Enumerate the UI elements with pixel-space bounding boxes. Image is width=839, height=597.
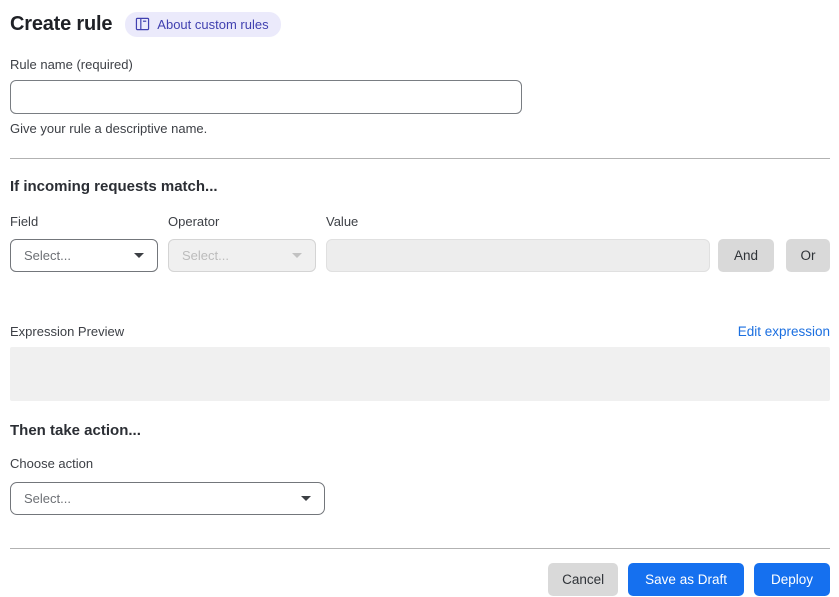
or-button[interactable]: Or [786,239,830,272]
chevron-down-icon [134,253,144,258]
edit-expression-link[interactable]: Edit expression [738,324,830,339]
badge-label: About custom rules [157,16,269,32]
value-label: Value [326,214,359,229]
value-column: Value [326,214,710,272]
footer-divider [10,548,830,549]
footer-actions: Cancel Save as Draft Deploy [10,563,830,596]
operator-select-value: Select... [182,248,229,263]
deploy-button[interactable]: Deploy [753,563,830,596]
save-as-draft-button[interactable]: Save as Draft [628,563,744,596]
match-section-heading: If incoming requests match... [10,178,218,195]
field-label: Field [10,214,39,229]
operator-label: Operator [168,214,220,229]
choose-action-label: Choose action [10,456,94,471]
rule-name-help: Give your rule a descriptive name. [10,121,208,136]
field-select-value: Select... [24,248,71,263]
about-custom-rules-link[interactable]: About custom rules [125,12,281,37]
expression-preview-box [10,347,830,401]
rule-name-label: Rule name (required) [10,57,133,72]
value-input [326,239,710,272]
book-icon [135,17,150,31]
and-or-buttons: And Or [718,239,830,272]
and-button[interactable]: And [718,239,774,272]
chevron-down-icon [301,496,311,501]
choose-action-select-value: Select... [24,491,71,506]
action-section-heading: Then take action... [10,422,141,439]
page-header: Create rule About custom rules [10,12,830,37]
create-rule-page: Create rule About custom rules Rule name… [0,0,839,596]
chevron-down-icon [292,253,302,258]
rule-name-group: Rule name (required) Give your rule a de… [10,57,830,136]
field-column: Field Select... [10,214,158,272]
match-expression-row: Field Select... Operator Select... Value… [10,214,830,272]
expression-preview-row: Expression Preview Edit expression [10,324,830,339]
cancel-button[interactable]: Cancel [548,563,619,596]
page-title: Create rule [10,13,113,35]
rule-name-input[interactable] [10,80,522,114]
expression-preview-label: Expression Preview [10,324,125,339]
section-divider [10,158,830,159]
choose-action-select[interactable]: Select... [10,482,325,515]
operator-select: Select... [168,239,316,272]
field-select[interactable]: Select... [10,239,158,272]
operator-column: Operator Select... [168,214,316,272]
